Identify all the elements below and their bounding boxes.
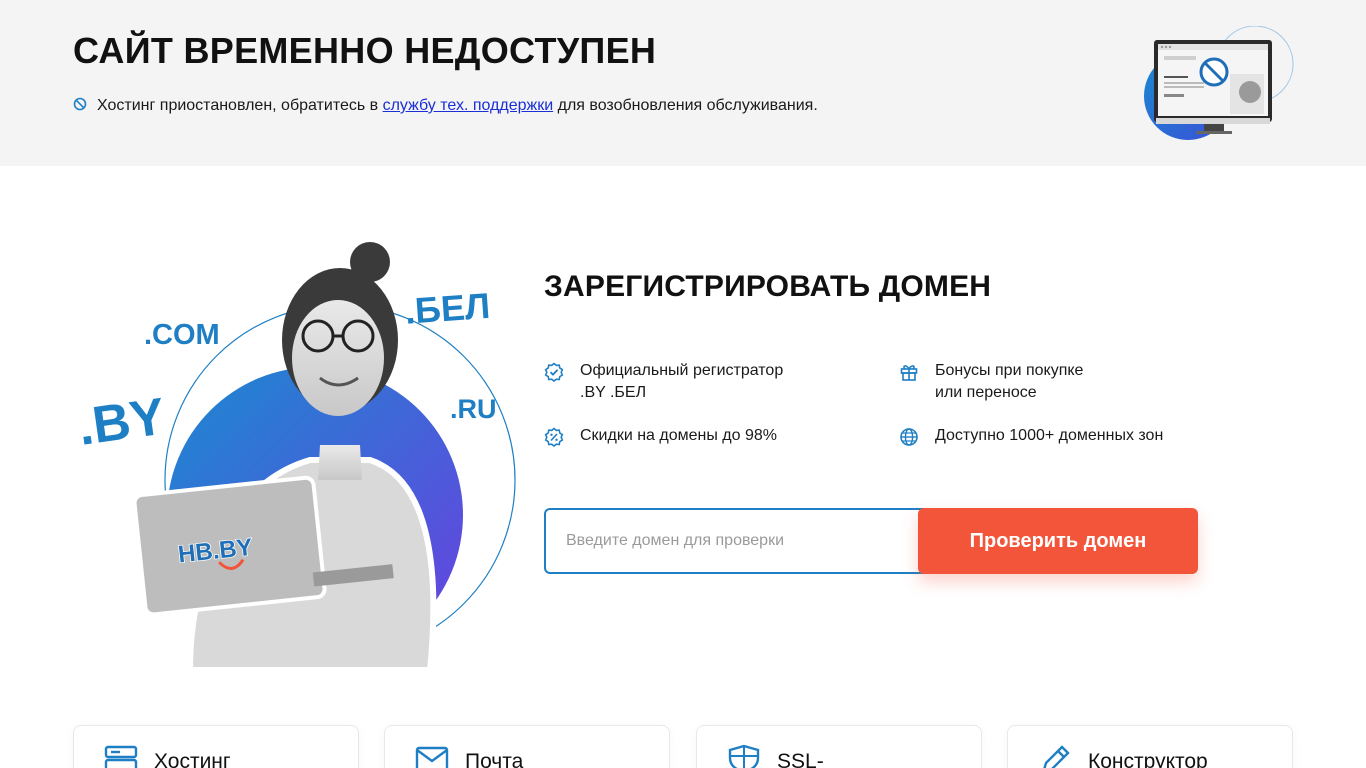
discount-icon	[544, 427, 564, 447]
domain-search-input[interactable]	[544, 508, 934, 574]
tag-bel: .БЕЛ	[404, 285, 492, 332]
service-card-hosting[interactable]: Хостинг	[73, 725, 359, 768]
server-icon	[104, 745, 138, 768]
feature-discounts: Скидки на домены до 98%	[544, 425, 777, 447]
tag-ru: .RU	[450, 394, 497, 424]
gift-icon	[900, 365, 918, 381]
badge-check-icon	[544, 362, 564, 382]
tag-com: .COM	[144, 319, 220, 351]
service-label: Конструктор	[1088, 750, 1208, 768]
support-link[interactable]: службу тех. поддержки	[383, 97, 554, 114]
notice-text-start: Хостинг приостановлен, обратитесь в	[97, 97, 383, 114]
page-title: САЙТ ВРЕМЕННО НЕДОСТУПЕН	[73, 30, 657, 71]
service-card-ssl[interactable]: SSL-	[696, 725, 982, 768]
pencil-icon	[1043, 745, 1070, 768]
feature-domain-zones: Доступно 1000+ доменных зон	[899, 425, 1163, 447]
tag-by: .BY	[75, 387, 169, 457]
feature-text: Официальный регистратор .BY .БЕЛ	[580, 362, 784, 401]
hero-illustration: .COM .БЕЛ .BY .RU HB.BY	[75, 242, 516, 670]
domain-search-form: Проверить домен	[544, 508, 1198, 574]
feature-official-registrar: Официальный регистратор .BY .БЕЛ	[544, 360, 783, 404]
feature-text: Скидки на домены до 98%	[580, 427, 778, 444]
notice-text-end: для возобновления обслуживания.	[553, 97, 818, 114]
monitor-blocked-illustration	[1144, 26, 1294, 140]
check-domain-button[interactable]: Проверить домен	[918, 508, 1198, 574]
notice-text: Хостинг приостановлен, обратитесь в служ…	[73, 94, 833, 118]
globe-icon	[900, 428, 918, 446]
service-label: Почта	[465, 750, 524, 768]
service-card-mail[interactable]: Почта	[384, 725, 670, 768]
service-card-builder[interactable]: Конструктор	[1007, 725, 1293, 768]
service-label: SSL-	[777, 750, 824, 768]
suspension-notice: Хостинг приостановлен, обратитесь в служ…	[73, 94, 833, 118]
unavailable-banner: САЙТ ВРЕМЕННО НЕДОСТУПЕН Хостинг приоста…	[0, 0, 1366, 166]
ban-icon	[73, 97, 87, 111]
services-row: Хостинг Почта SSL- Конструктор	[73, 725, 1293, 768]
feature-text: Бонусы при покупке или переносе	[935, 362, 1084, 401]
shield-icon	[728, 744, 760, 768]
feature-text: Доступно 1000+ доменных зон	[935, 427, 1164, 444]
domain-section-title: ЗАРЕГИСТРИРОВАТЬ ДОМЕН	[544, 270, 992, 303]
feature-bonuses: Бонусы при покупке или переносе	[899, 360, 1083, 404]
service-label: Хостинг	[154, 750, 231, 768]
mail-icon	[415, 746, 449, 768]
